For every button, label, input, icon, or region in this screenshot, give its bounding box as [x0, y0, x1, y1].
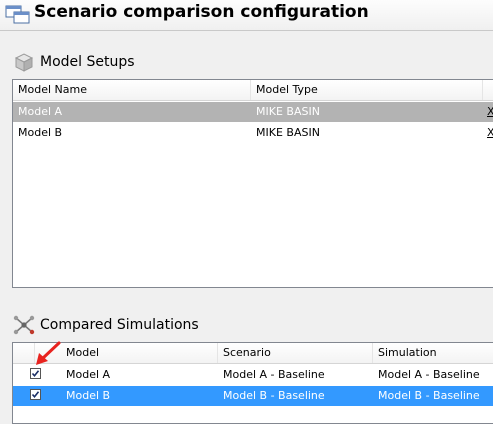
column-header-actions [483, 80, 493, 100]
remove-model-link[interactable]: X [482, 123, 493, 143]
model-setups-label: Model Setups [40, 54, 135, 70]
model-cell: Model A [66, 368, 111, 381]
column-header-model-type[interactable]: Model Type [251, 80, 483, 100]
page-title: Scenario comparison configuration [34, 2, 369, 22]
model-name-cell: Model B [18, 126, 63, 139]
table-row[interactable]: Model A MIKE BASIN X [13, 102, 493, 122]
model-cell: Model B [66, 389, 111, 402]
checkmark-icon [31, 391, 40, 399]
compared-simulations-header: Compared Simulations [12, 315, 482, 335]
table-row[interactable]: Model A Model A - Baseline Model A - Bas… [13, 365, 493, 385]
model-name-cell: Model A [18, 105, 63, 118]
include-checkbox[interactable] [30, 368, 41, 379]
column-header-model-name[interactable]: Model Name [13, 80, 251, 100]
table-row[interactable]: Model B Model B - Baseline Model B - Bas… [13, 386, 493, 406]
remove-model-link[interactable]: X [482, 102, 493, 122]
annotation-arrow-icon [36, 341, 61, 365]
checkmark-icon [31, 370, 40, 378]
compared-simulations-grid-header: Model Scenario Simulation [13, 343, 493, 364]
model-setups-grid-header: Model Name Model Type [13, 80, 493, 101]
model-setups-grid[interactable]: Model Name Model Type Model A MIKE BASIN… [12, 79, 493, 288]
simulation-cell[interactable]: Model B - Baseline [373, 386, 493, 406]
include-checkbox[interactable] [30, 389, 41, 400]
scenario-cell[interactable]: Model B - Baseline [218, 386, 373, 406]
simulation-cell[interactable]: Model A - Baseline [373, 365, 493, 385]
model-setups-header: Model Setups [12, 52, 482, 72]
compared-simulations-label: Compared Simulations [40, 317, 199, 333]
model-type-cell: MIKE BASIN [256, 105, 320, 118]
table-row[interactable]: Model B MIKE BASIN X [13, 123, 493, 143]
windows-stack-icon [5, 5, 30, 24]
column-header-scenario[interactable]: Scenario [218, 343, 373, 363]
network-icon [13, 315, 35, 335]
title-bar: Scenario comparison configuration [0, 0, 493, 31]
column-header-model[interactable]: Model [61, 343, 218, 363]
column-header-checkbox [13, 343, 35, 363]
scenario-cell[interactable]: Model A - Baseline [218, 365, 373, 385]
model-type-cell: MIKE BASIN [256, 126, 320, 139]
column-header-simulation[interactable]: Simulation [373, 343, 493, 363]
compared-simulations-grid[interactable]: Model Scenario Simulation Model A Model … [12, 342, 493, 424]
cube-icon [14, 53, 34, 72]
